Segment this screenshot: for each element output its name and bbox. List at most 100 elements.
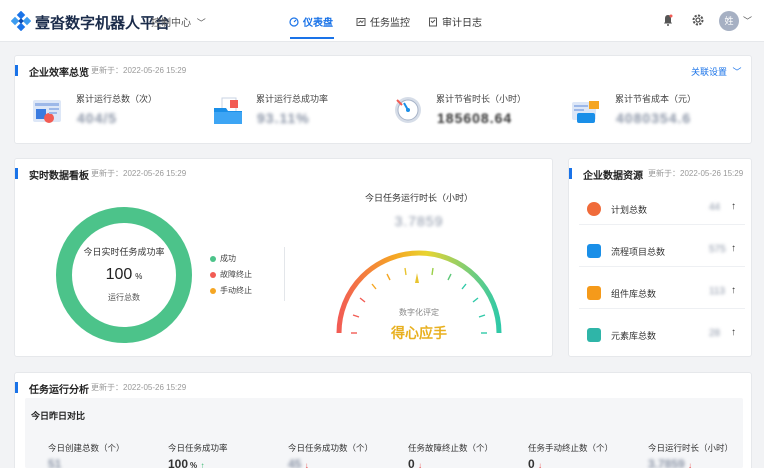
legend-label: 故障终止 — [220, 270, 252, 279]
bell-icon[interactable] — [661, 13, 675, 27]
analysis-title: 任务运行分析 — [15, 381, 89, 396]
efficiency-updated: 更新于：2022-05-26 15:29 — [91, 66, 187, 75]
resource-item-components[interactable]: 组件库总数 113 ↑ — [579, 277, 745, 309]
compare-label: 今日创建总数（个） — [48, 443, 125, 453]
legend-item: 故障终止 — [210, 269, 252, 280]
related-settings-label: 关联设置 — [691, 67, 728, 77]
compare-label: 今日运行时长（小时） — [648, 443, 734, 453]
gauge-title: 今日任务运行时长（小时） — [364, 193, 473, 203]
related-settings-link[interactable]: 关联设置 ﹀ — [691, 65, 742, 78]
resource-item-plans[interactable]: 计划总数 44 ↑ — [579, 193, 745, 225]
compare-label: 今日任务成功数（个） — [288, 443, 374, 453]
legend-item: 成功 — [210, 253, 236, 264]
stat-value: 4080354.6 — [616, 110, 692, 126]
compare-value-number: 0 — [408, 457, 415, 468]
compare-title: 今日昨日对比 — [31, 411, 86, 421]
compare-value: 0 ↓ — [408, 457, 422, 468]
tab-dashboard-label: 仪表盘 — [303, 18, 333, 29]
donut-sub: 运行总数 — [108, 293, 140, 302]
arrow-up-icon: ↑ — [731, 243, 736, 254]
stat-value: 404/5 — [77, 110, 118, 126]
stat-label: 累计运行总成功率 — [256, 94, 329, 104]
stat-label: 累计节省成本（元） — [615, 94, 697, 104]
arrow-down-icon: ↓ — [688, 461, 693, 468]
saved-cost-icon — [572, 101, 599, 123]
dashboard-icon — [289, 16, 299, 27]
resource-value: 44 — [709, 202, 721, 213]
legend-dot — [210, 271, 216, 278]
compare-value-number: 100 — [168, 457, 189, 468]
chevron-down-icon: ﹀ — [196, 18, 206, 28]
compare-value: 100% ↑ — [168, 457, 205, 468]
compare-panel: 今日昨日对比 — [25, 398, 743, 468]
resource-item-elements[interactable]: 元素库总数 28 ↑ — [579, 319, 745, 351]
avatar[interactable]: 姓 — [719, 11, 739, 31]
stat-label: 累计节省时长（小时） — [436, 94, 527, 104]
gear-icon[interactable] — [691, 13, 705, 27]
tab-audit-log-label: 审计日志 — [442, 18, 482, 29]
legend-dot — [210, 255, 216, 262]
tab-dashboard[interactable]: 仪表盘 — [289, 14, 333, 29]
resource-label: 计划总数 — [611, 205, 648, 215]
gauge-pointer-icon — [415, 273, 419, 283]
legend-label: 成功 — [220, 254, 236, 263]
arrow-down-icon: ↓ — [418, 461, 423, 468]
arrow-down-icon: ↓ — [304, 461, 309, 468]
gauge-arc — [336, 250, 502, 334]
compare-value: 51 — [48, 457, 62, 468]
saved-time-icon — [395, 97, 421, 123]
tab-task-monitor[interactable]: 任务监控 — [356, 14, 410, 29]
top-bar: 壹沓数字机器人平台 控制中心 ﹀ 仪表盘 任务监控 审计日志 姓 ﹀ — [0, 0, 764, 42]
arrow-up-icon: ↑ — [731, 285, 736, 296]
arrow-up-icon: ↑ — [200, 461, 205, 468]
resources-title: 企业数据资源 — [569, 167, 643, 182]
success-rate-icon — [214, 97, 242, 124]
legend-item: 手动终止 — [210, 285, 252, 296]
data-resources-card: 企业数据资源 更新于：2022-05-26 15:29 计划总数 44 ↑ 流程… — [568, 158, 752, 357]
resource-value: 113 — [709, 286, 725, 297]
compare-value: 45 ↓ — [288, 457, 309, 468]
brand-name: 壹沓数字机器人平台 — [35, 15, 171, 32]
legend-dot — [210, 287, 216, 294]
gauge-value: 3.7859 — [394, 213, 444, 229]
compare-value-number: 3.7859 — [648, 457, 685, 468]
component-icon — [587, 286, 601, 300]
control-center-label: 控制中心 — [151, 18, 191, 29]
legend-label: 手动终止 — [220, 286, 252, 295]
realtime-title: 实时数据看板 — [15, 167, 89, 182]
resource-label: 元素库总数 — [611, 331, 657, 341]
arrow-up-icon: ↑ — [731, 327, 736, 338]
active-tab-underline — [290, 37, 334, 39]
resource-value: 28 — [709, 328, 721, 339]
donut-value: 100% — [54, 266, 194, 284]
gauge-caption: 数字化评定 — [399, 308, 439, 317]
resource-value: 575 — [709, 244, 726, 255]
efficiency-title: 企业效率总览 — [15, 64, 89, 79]
compare-label: 今日任务成功率 — [168, 443, 228, 453]
audit-log-icon — [429, 17, 437, 26]
tab-audit-log[interactable]: 审计日志 — [428, 14, 482, 29]
compare-value: 3.7859 ↓ — [648, 457, 692, 468]
brand-logo-icon — [11, 11, 31, 31]
chevron-down-icon: ﹀ — [732, 67, 742, 77]
resource-item-flows[interactable]: 流程项目总数 575 ↑ — [579, 235, 745, 267]
arrow-up-icon: ↑ — [731, 201, 736, 212]
monitor-icon — [356, 17, 366, 26]
plan-icon — [587, 202, 601, 216]
donut-title: 今日实时任务成功率 — [83, 247, 165, 257]
element-icon — [587, 328, 601, 342]
tab-task-monitor-label: 任务监控 — [370, 18, 410, 29]
resource-label: 流程项目总数 — [611, 247, 666, 257]
user-menu-chevron-icon[interactable]: ﹀ — [743, 14, 752, 27]
arrow-down-icon: ↓ — [538, 461, 543, 468]
donut-value-unit: % — [135, 272, 143, 281]
stat-label: 累计运行总数（次） — [76, 94, 158, 104]
stat-value: 93.11% — [257, 110, 310, 126]
compare-label: 任务故障终止数（个） — [408, 443, 494, 453]
task-analysis-card: 任务运行分析 更新于：2022-05-26 15:29 今日昨日对比 今日创建总… — [14, 372, 752, 468]
compare-value-number: 0 — [528, 457, 535, 468]
compare-value-unit: % — [190, 461, 198, 468]
resources-updated: 更新于：2022-05-26 15:29 — [648, 169, 744, 178]
realtime-updated: 更新于：2022-05-26 15:29 — [91, 169, 187, 178]
control-center-dropdown[interactable]: 控制中心 ﹀ — [151, 14, 206, 29]
